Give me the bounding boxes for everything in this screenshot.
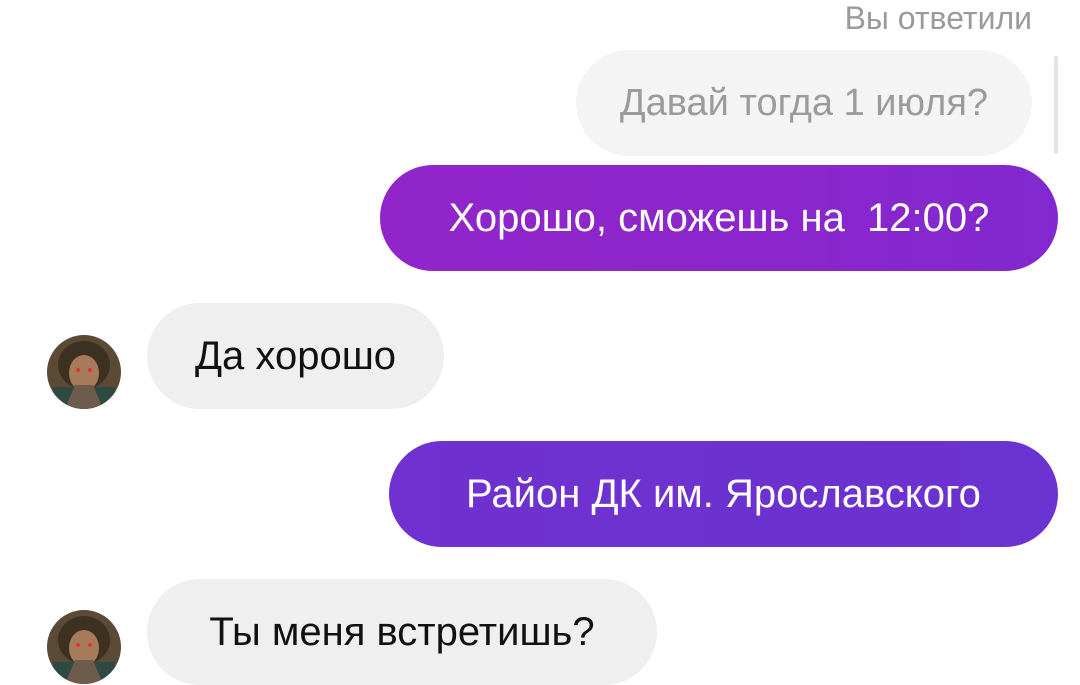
- incoming-message-bubble[interactable]: Ты меня встретишь?: [147, 579, 657, 685]
- outgoing-message-bubble[interactable]: Хорошо, сможешь на 12:00?: [380, 165, 1058, 271]
- contact-avatar[interactable]: [47, 335, 121, 409]
- outgoing-message-bubble[interactable]: Район ДК им. Ярославского: [389, 441, 1058, 547]
- reply-label: Вы ответили: [844, 0, 1032, 36]
- quoted-message-bubble[interactable]: Давай тогда 1 июля?: [576, 50, 1032, 156]
- incoming-message-bubble[interactable]: Да хорошо: [147, 303, 444, 409]
- contact-avatar[interactable]: [47, 610, 121, 684]
- avatar-photo-icon: [47, 335, 121, 409]
- avatar-photo-icon: [47, 610, 121, 684]
- reply-indicator-bar: [1054, 56, 1058, 154]
